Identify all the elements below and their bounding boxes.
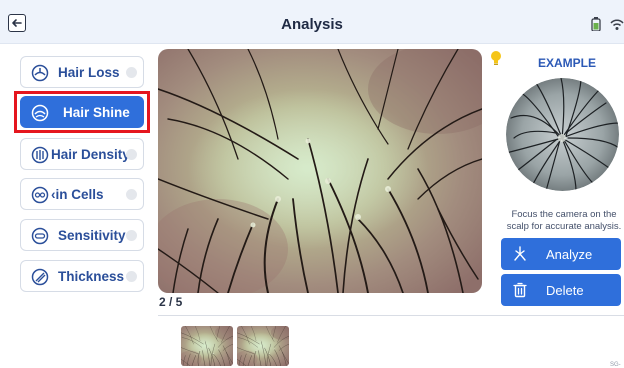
- trash-icon: [513, 282, 527, 298]
- skin-cells-icon: [31, 186, 49, 204]
- image-counter: 2 / 5: [159, 295, 183, 309]
- status-dot: [126, 149, 137, 160]
- thumbnail[interactable]: [237, 326, 289, 366]
- menu-item-label: Hair Loss: [58, 65, 120, 80]
- selection-highlight: [14, 91, 150, 133]
- lightbulb-icon: [491, 51, 501, 65]
- hair-loss-icon: [31, 64, 49, 82]
- menu-item-label: Hair Density: [51, 147, 130, 162]
- divider: [158, 315, 624, 316]
- menu-item-thickness[interactable]: Thickness: [20, 260, 144, 292]
- page-title: Analysis: [281, 16, 343, 33]
- thickness-icon: [31, 268, 49, 286]
- status-dot: [126, 189, 137, 200]
- thumbnail[interactable]: [181, 326, 233, 366]
- menu-item-hair-density[interactable]: Hair Density: [20, 138, 144, 170]
- battery-icon: [591, 17, 601, 31]
- top-bar: Analysis: [0, 0, 624, 44]
- hair-density-icon: [31, 146, 49, 164]
- example-image: [506, 78, 619, 191]
- analyze-button[interactable]: Analyze: [501, 238, 621, 270]
- wifi-icon: [610, 19, 624, 30]
- analyze-label: Analyze: [546, 247, 593, 262]
- delete-button[interactable]: Delete: [501, 274, 621, 306]
- menu-item-label: Thickness: [58, 269, 125, 284]
- delete-label: Delete: [546, 283, 584, 298]
- status-dot: [126, 230, 137, 241]
- menu-item-sensitivity[interactable]: Sensitivity: [20, 219, 144, 251]
- example-title: EXAMPLE: [538, 56, 597, 70]
- scalp-image: [158, 49, 482, 293]
- menu-item-label: ‹in Cells: [51, 187, 104, 202]
- status-dot: [126, 67, 137, 78]
- menu-item-hair-loss[interactable]: Hair Loss: [20, 56, 144, 88]
- menu-item-label: Sensitivity: [58, 228, 126, 243]
- footer-code: SG-: [610, 362, 621, 368]
- example-hint: Focus the camera on the scalp for accura…: [506, 209, 622, 232]
- analyze-icon: [514, 246, 526, 261]
- menu-item-skin-cells[interactable]: ‹in Cells: [20, 178, 144, 210]
- sensitivity-icon: [31, 227, 49, 245]
- status-dot: [126, 271, 137, 282]
